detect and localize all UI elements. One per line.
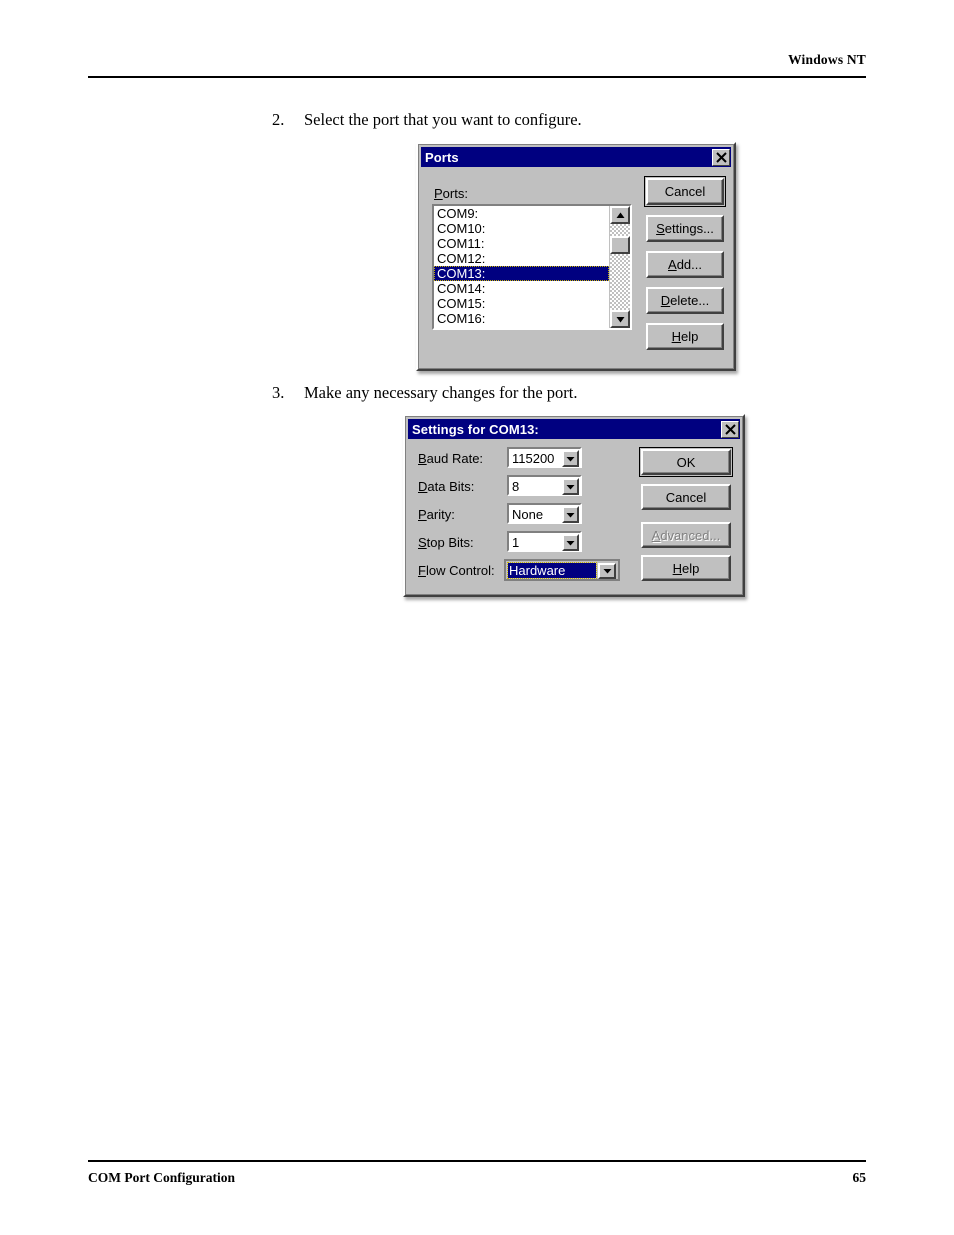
ok-button[interactable]: OK	[639, 447, 733, 477]
delete-button-label: Delete...	[660, 293, 710, 308]
ports-listbox-scrollbar[interactable]	[609, 206, 630, 328]
footer-rule	[88, 1160, 866, 1162]
stop-bits-combo[interactable]: 1	[507, 531, 582, 552]
ports-list-label: Ports:	[434, 186, 468, 201]
cancel-button[interactable]: Cancel	[644, 176, 726, 207]
stop-bits-label: Stop Bits:	[418, 535, 474, 550]
list-item[interactable]: COM15:	[434, 296, 609, 311]
advanced-button-label: Advanced...	[651, 527, 721, 543]
settings-dialog-title: Settings for COM13:	[412, 421, 539, 437]
data-bits-label: Data Bits:	[418, 479, 475, 494]
close-icon[interactable]	[712, 148, 730, 166]
flow-control-value: Hardware	[507, 562, 597, 579]
parity-value: None	[512, 507, 544, 522]
flow-control-label: Flow Control:	[418, 563, 495, 578]
list-item[interactable]: COM11:	[434, 236, 609, 251]
parity-combo[interactable]: None	[507, 503, 582, 524]
scroll-down-icon[interactable]	[610, 310, 630, 328]
step-2-number: 2.	[272, 110, 285, 129]
cancel-button[interactable]: Cancel	[641, 484, 731, 510]
flow-control-combo[interactable]: Hardware	[504, 559, 620, 581]
data-bits-combo[interactable]: 8	[507, 475, 582, 496]
scroll-up-icon[interactable]	[610, 206, 630, 224]
scrollbar-thumb[interactable]	[610, 236, 630, 254]
list-item[interactable]: COM12:	[434, 251, 609, 266]
help-button[interactable]: Help	[646, 323, 724, 350]
chevron-down-icon[interactable]	[598, 563, 616, 579]
list-item[interactable]: COM9:	[434, 206, 609, 221]
ports-dialog-titlebar[interactable]: Ports	[421, 147, 731, 167]
chevron-down-icon[interactable]	[562, 534, 579, 551]
add-button[interactable]: Add...	[646, 251, 724, 278]
baud-rate-label: Baud Rate:	[418, 451, 484, 466]
header-rule	[88, 76, 866, 78]
baud-rate-value: 115200	[512, 451, 555, 466]
ports-listbox[interactable]: COM9: COM10: COM11: COM12: COM13: COM14: COM15…	[432, 204, 632, 330]
close-icon[interactable]	[721, 420, 739, 438]
help-button-label: Help	[671, 329, 699, 344]
chevron-down-icon[interactable]	[562, 506, 579, 523]
list-item[interactable]: COM14:	[434, 281, 609, 296]
settings-help-button-label: Help	[672, 560, 700, 576]
chevron-down-icon[interactable]	[562, 478, 579, 495]
step-3-number: 3.	[272, 383, 285, 402]
ports-dialog-title: Ports	[425, 149, 459, 165]
ports-dialog: Ports Ports: COM9: COM10: COM11: COM12: COM1…	[416, 142, 736, 371]
delete-button[interactable]: Delete...	[646, 287, 724, 314]
data-bits-value: 8	[512, 479, 520, 494]
settings-help-button[interactable]: Help	[641, 555, 731, 581]
list-item[interactable]: COM13:	[434, 266, 609, 281]
parity-label: Parity:	[418, 507, 455, 522]
step-3: 3. Make any necessary changes for the por…	[272, 383, 578, 403]
ok-button-label: OK	[676, 454, 696, 470]
step-2: 2. Select the port that you want to confi…	[272, 110, 582, 130]
page-header-title: Windows NT	[788, 52, 866, 67]
list-item[interactable]: COM10:	[434, 221, 609, 236]
add-button-label: Add...	[668, 257, 702, 272]
chevron-down-icon[interactable]	[562, 450, 579, 467]
settings-dialog: Settings for COM13: Baud Rate: Data Bits…	[403, 414, 745, 597]
page-number: 65	[852, 1170, 867, 1185]
list-item[interactable]: COM16:	[434, 311, 609, 326]
footer-section-title: COM Port Configuration	[88, 1170, 235, 1185]
ports-list-label-rest: orts:	[442, 186, 468, 201]
settings-dialog-titlebar[interactable]: Settings for COM13:	[408, 419, 740, 439]
baud-rate-combo[interactable]: 115200	[507, 447, 582, 468]
stop-bits-value: 1	[512, 535, 520, 550]
settings-button-label: Settings...	[656, 221, 714, 236]
cancel-button-label: Cancel	[665, 489, 707, 505]
step-2-text: Select the port that you want to configu…	[304, 110, 582, 129]
step-3-text: Make any necessary changes for the port.	[304, 383, 578, 402]
page-footer: COM Port Configuration 65	[88, 1170, 866, 1186]
settings-button[interactable]: Settings...	[646, 215, 724, 242]
cancel-button-label: Cancel	[664, 184, 706, 199]
advanced-button[interactable]: Advanced...	[641, 522, 731, 548]
